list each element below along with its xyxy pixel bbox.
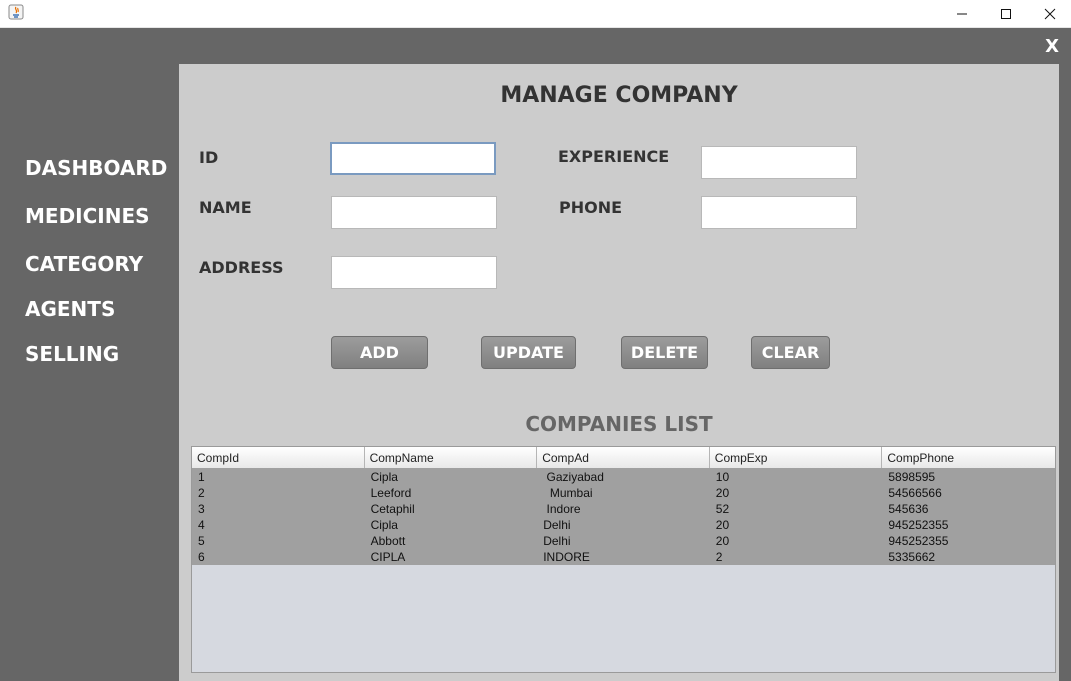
page-title: MANAGE COMPANY	[500, 83, 738, 108]
cell-compid: 6	[198, 550, 205, 564]
phone-field[interactable]	[701, 196, 857, 229]
experience-label: EXPERIENCE	[558, 147, 670, 166]
table-row[interactable]: 3 Cetaphil Indore 52 545636	[192, 501, 1055, 517]
manage-company-panel: MANAGE COMPANY ID EXPERIENCE NAME PHONE …	[179, 64, 1059, 681]
table-row[interactable]: 6 CIPLA INDORE 2 5335662	[192, 549, 1055, 565]
window-titlebar	[0, 0, 1071, 28]
update-button[interactable]: UPDATE	[481, 336, 576, 369]
table-row[interactable]: 4 Cipla Delhi 20 945252355	[192, 517, 1055, 533]
cell-compname: Cipla	[370, 470, 398, 484]
column-header-compid[interactable]: CompId	[192, 447, 365, 468]
column-header-compad[interactable]: CompAd	[537, 447, 710, 468]
cell-compid: 5	[198, 534, 205, 548]
cell-compname: CIPLA	[370, 550, 406, 564]
table-header: CompId CompName CompAd CompExp CompPhone	[192, 447, 1055, 469]
experience-field[interactable]	[701, 146, 857, 179]
cell-compexp: 20	[715, 534, 730, 548]
cell-compphone: 945252355	[888, 518, 949, 532]
cell-compexp: 2	[715, 550, 723, 564]
table-row[interactable]: 1 Cipla Gaziyabad 10 5898595	[192, 469, 1055, 485]
cell-compphone: 945252355	[888, 534, 949, 548]
column-header-compexp[interactable]: CompExp	[710, 447, 883, 468]
sidebar-item-selling[interactable]: SELLING	[25, 342, 119, 366]
phone-label: PHONE	[559, 198, 623, 217]
companies-table[interactable]: CompId CompName CompAd CompExp CompPhone…	[191, 446, 1056, 673]
companies-list-title: COMPANIES LIST	[525, 412, 713, 436]
cell-compname: Abbott	[370, 534, 406, 548]
cell-compad: INDORE	[543, 550, 590, 564]
cell-compid: 2	[198, 486, 205, 500]
cell-compname: Leeford	[370, 486, 412, 500]
cell-compexp: 52	[715, 502, 730, 516]
id-label: ID	[199, 148, 219, 167]
sidebar-item-agents[interactable]: AGENTS	[25, 297, 115, 321]
add-button[interactable]: ADD	[331, 336, 428, 369]
cell-compad: Mumbai	[543, 486, 593, 500]
maximize-icon	[1000, 8, 1012, 20]
table-row[interactable]: 2 Leeford Mumbai 20 54566566	[192, 485, 1055, 501]
cell-compname: Cetaphil	[370, 502, 415, 516]
cell-compad: Delhi	[543, 518, 571, 532]
cell-compphone: 54566566	[888, 486, 942, 500]
cell-compid: 1	[198, 470, 205, 484]
app-close-button[interactable]: X	[1045, 36, 1059, 57]
column-header-compname[interactable]: CompName	[365, 447, 538, 468]
minimize-button[interactable]	[939, 0, 985, 27]
cell-compad: Gaziyabad	[543, 470, 604, 484]
cell-compexp: 20	[715, 486, 730, 500]
cell-compid: 4	[198, 518, 205, 532]
cell-compphone: 545636	[888, 502, 929, 516]
name-field[interactable]	[331, 196, 497, 229]
java-app-icon	[8, 4, 24, 20]
clear-button[interactable]: CLEAR	[751, 336, 830, 369]
delete-button[interactable]: DELETE	[621, 336, 708, 369]
cell-compad: Delhi	[543, 534, 571, 548]
cell-compid: 3	[198, 502, 205, 516]
table-row[interactable]: 5 Abbott Delhi 20 945252355	[192, 533, 1055, 549]
cell-compexp: 10	[715, 470, 730, 484]
sidebar-item-dashboard[interactable]: DASHBOARD	[25, 156, 167, 180]
table-body: 1 Cipla Gaziyabad 10 5898595 2 Leeford M…	[192, 469, 1055, 565]
address-field[interactable]	[331, 256, 497, 289]
cell-compname: Cipla	[370, 518, 398, 532]
sidebar-item-medicines[interactable]: MEDICINES	[25, 204, 150, 228]
maximize-button[interactable]	[983, 0, 1029, 27]
sidebar-item-category[interactable]: CATEGORY	[25, 252, 143, 276]
cell-compphone: 5335662	[888, 550, 936, 564]
name-label: NAME	[199, 198, 252, 217]
id-field[interactable]	[330, 142, 496, 175]
column-header-compphone[interactable]: CompPhone	[882, 447, 1055, 468]
window-close-button[interactable]	[1027, 0, 1071, 27]
address-label: ADDRESS	[199, 258, 284, 277]
cell-compphone: 5898595	[888, 470, 936, 484]
close-icon	[1044, 8, 1056, 20]
cell-compad: Indore	[543, 502, 581, 516]
minimize-icon	[956, 8, 968, 20]
cell-compexp: 20	[715, 518, 730, 532]
